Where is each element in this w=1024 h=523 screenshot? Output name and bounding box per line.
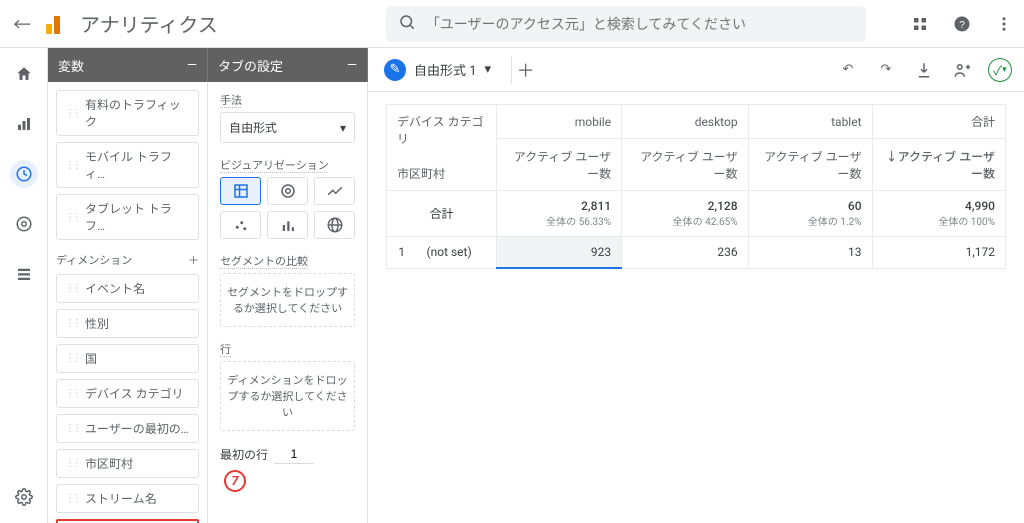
data-cell: 236 — [622, 237, 748, 269]
tab-settings-panel: タブの設定 — 手法 自由形式 ▾ ビジュアリゼーション セグメントの比較 セグ… — [208, 48, 368, 523]
segment-chip[interactable]: 有料のトラフィック — [56, 90, 199, 136]
viz-picker — [220, 177, 355, 239]
tab-settings-title: タブの設定 — [218, 56, 283, 75]
col-header[interactable]: mobile — [496, 105, 621, 139]
search-input[interactable] — [426, 16, 854, 32]
viz-bar-icon[interactable] — [267, 211, 308, 239]
data-cell: 13 — [748, 237, 872, 269]
dimension-chip[interactable]: デバイス カテゴリ — [56, 379, 199, 408]
viz-label: ビジュアリゼーション — [220, 157, 355, 173]
dimension-chip[interactable]: 性別 — [56, 309, 199, 338]
data-cell: 923 — [496, 237, 621, 269]
left-nav-rail — [0, 48, 48, 523]
collapse-icon[interactable]: — — [187, 58, 197, 73]
col-header[interactable]: desktop — [622, 105, 748, 139]
viz-donut-icon[interactable] — [267, 177, 308, 205]
app-title: アナリティクス — [80, 9, 218, 38]
redo-icon[interactable]: ↷ — [874, 58, 898, 82]
col-header[interactable]: tablet — [748, 105, 872, 139]
canvas-tab[interactable]: ✎ 自由形式 1 ▾ — [380, 55, 495, 85]
add-dimension-icon[interactable]: ＋ — [188, 252, 199, 268]
total-cell: 4,990全体の 100% — [872, 191, 1005, 237]
analytics-logo-icon — [44, 12, 68, 36]
rows-dropzone[interactable]: ディメンションをドロップするか選択してください — [220, 361, 355, 431]
highlighted-dimension: event_label — [56, 519, 199, 523]
dimension-chip[interactable]: ユーザーの最初の… — [56, 414, 199, 443]
table-row[interactable]: 1 (not set) 923 236 13 1,172 — [387, 237, 1006, 269]
metric-header[interactable]: アクティブ ユーザー数 — [622, 139, 748, 191]
dimension-section-label: ディメンション ＋ — [56, 252, 199, 268]
edit-icon: ✎ — [384, 59, 406, 81]
rows-label: 行 — [220, 341, 355, 357]
data-table: デバイス カテゴリ 市区町村 mobile desktop tablet 合計 … — [368, 92, 1024, 281]
status-ok-icon[interactable]: ✓▾ — [988, 58, 1012, 82]
chevron-down-icon: ▾ — [340, 121, 346, 135]
canvas: ✎ 自由形式 1 ▾ ＋ ↶ ↷ ✓▾ デバイス カテゴリ 市区町村 — [368, 48, 1024, 523]
row-dimension-header: デバイス カテゴリ 市区町村 — [387, 105, 497, 191]
metric-header[interactable]: アクティブ ユーザー数 — [496, 139, 621, 191]
svg-text:?: ? — [959, 18, 965, 30]
download-icon[interactable] — [912, 58, 936, 82]
segment-compare-label: セグメントの比較 — [220, 253, 355, 269]
data-cell: 1,172 — [872, 237, 1005, 269]
variables-panel: 変数 — 有料のトラフィック モバイル トラフィ… タブレット トラフ… ディメ… — [48, 48, 208, 523]
more-icon[interactable] — [992, 12, 1016, 36]
variables-header: 変数 — — [48, 48, 208, 82]
canvas-toolbar: ✎ 自由形式 1 ▾ ＋ ↶ ↷ ✓▾ — [368, 48, 1024, 92]
metric-header[interactable]: アクティブ ユーザー数 — [748, 139, 872, 191]
metric-header-sort[interactable]: ↓アクティブ ユーザー数 — [872, 139, 1005, 191]
totals-row-label: 合計 — [387, 191, 497, 237]
back-button[interactable]: ← — [8, 10, 36, 38]
help-icon[interactable]: ? — [950, 12, 974, 36]
nav-reports-icon[interactable] — [10, 110, 38, 138]
method-label: 手法 — [220, 92, 355, 108]
search-icon — [398, 13, 416, 35]
topbar-actions: ? — [908, 12, 1016, 36]
viz-table-icon[interactable] — [220, 177, 261, 205]
row-label: (not set) — [417, 237, 497, 269]
method-dropdown[interactable]: 自由形式 ▾ — [220, 112, 355, 143]
nav-explore-icon[interactable] — [10, 160, 38, 188]
apps-icon[interactable] — [908, 12, 932, 36]
dimension-chip[interactable]: 市区町村 — [56, 449, 199, 478]
total-cell: 2,128全体の 42.65% — [622, 191, 748, 237]
viz-line-icon[interactable] — [314, 177, 355, 205]
viz-scatter-icon[interactable] — [220, 211, 261, 239]
col-header-total[interactable]: 合計 — [872, 105, 1005, 139]
viz-geo-icon[interactable] — [314, 211, 355, 239]
nav-home-icon[interactable] — [10, 60, 38, 88]
collapse-icon[interactable]: — — [347, 58, 357, 73]
dimension-chip[interactable]: 国 — [56, 344, 199, 373]
share-icon[interactable] — [950, 58, 974, 82]
canvas-tab-label: 自由形式 1 — [414, 60, 477, 79]
add-tab-button[interactable]: ＋ — [511, 56, 539, 84]
nav-advertising-icon[interactable] — [10, 210, 38, 238]
step-badge: 7 — [224, 470, 246, 492]
nav-configure-icon[interactable] — [10, 260, 38, 288]
sub-row-header: 市区町村 — [397, 165, 486, 182]
variables-title: 変数 — [58, 56, 84, 75]
dimension-chip[interactable]: ストリーム名 — [56, 484, 199, 513]
row-index: 1 — [387, 237, 417, 269]
segment-dropzone[interactable]: セグメントをドロップするか選択してください — [220, 273, 355, 327]
segment-chip[interactable]: タブレット トラフ… — [56, 194, 199, 240]
search-box[interactable] — [386, 6, 866, 42]
total-cell: 60全体の 1.2% — [748, 191, 872, 237]
dimension-chip[interactable]: イベント名 — [56, 274, 199, 303]
tab-settings-header: タブの設定 — — [208, 48, 368, 82]
nav-settings-icon[interactable] — [10, 483, 38, 511]
segment-chip[interactable]: モバイル トラフィ… — [56, 142, 199, 188]
undo-icon[interactable]: ↶ — [836, 58, 860, 82]
chevron-down-icon[interactable]: ▾ — [485, 62, 492, 77]
topbar: ← アナリティクス ? — [0, 0, 1024, 48]
total-cell: 2,811全体の 56.33% — [496, 191, 621, 237]
first-row-input[interactable] — [274, 445, 314, 464]
first-row-label: 最初の行 — [220, 446, 268, 463]
